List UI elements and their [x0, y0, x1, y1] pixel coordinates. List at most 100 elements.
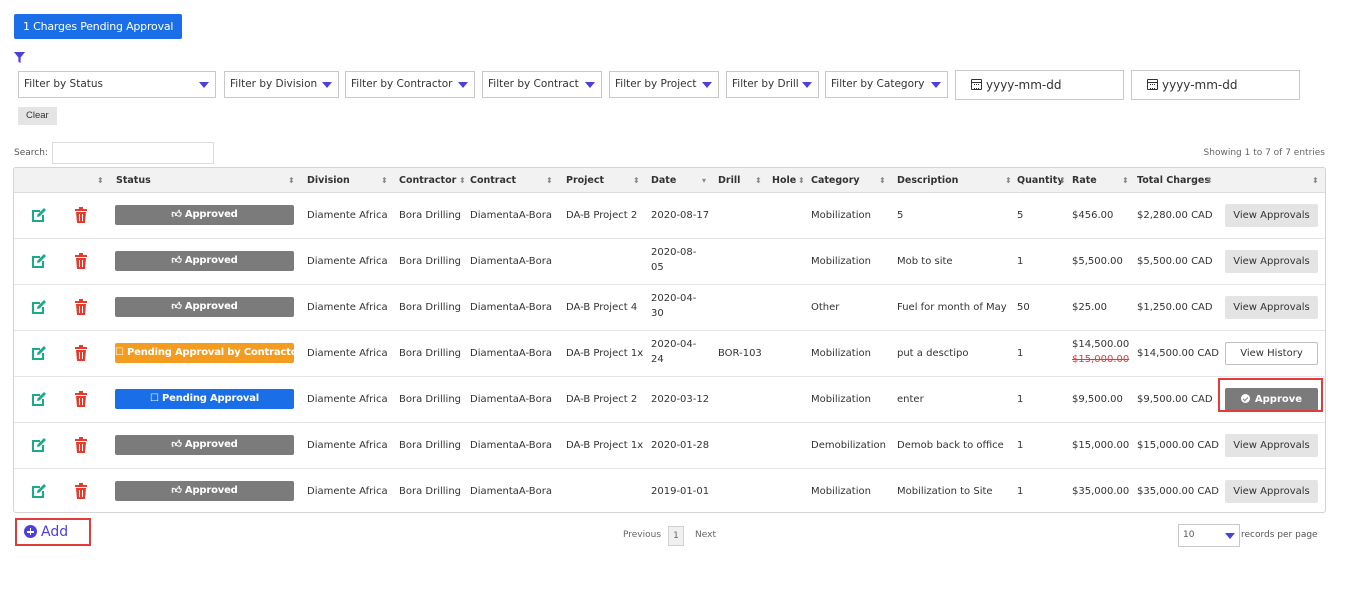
view-approvals-button[interactable]: View Approvals: [1225, 204, 1318, 227]
sort-icon[interactable]: ⬍: [546, 168, 553, 193]
column-header-project[interactable]: Project: [566, 168, 604, 193]
column-header-status[interactable]: Status: [116, 168, 151, 193]
sort-icon[interactable]: ⬍: [97, 168, 104, 193]
view-approvals-button[interactable]: View Approvals: [1225, 250, 1318, 273]
edit-pencil-icon[interactable]: [31, 483, 47, 499]
sort-icon[interactable]: ⬍: [288, 168, 295, 193]
sort-icon[interactable]: ⬍: [1122, 168, 1129, 193]
view-approvals-button[interactable]: View Approvals: [1225, 480, 1318, 503]
trash-icon[interactable]: [75, 391, 87, 407]
status-label: Approved: [184, 439, 238, 450]
division-cell: Diamente Africa: [307, 394, 388, 405]
division-filter-label: Filter by Division: [230, 78, 318, 90]
date-cell-line2: 24: [651, 354, 664, 365]
division-cell: Diamente Africa: [307, 256, 388, 267]
contract-cell: DiamentaA-Bora: [470, 302, 552, 313]
pending-approval-banner[interactable]: 1 Charges Pending Approval: [14, 14, 183, 39]
filter-funnel-icon[interactable]: [14, 52, 25, 63]
edit-pencil-icon[interactable]: [31, 253, 47, 269]
chevron-down-icon: [802, 82, 812, 88]
quantity-cell: 1: [1017, 348, 1024, 359]
search-input[interactable]: [52, 142, 214, 164]
page-size-select[interactable]: 10: [1178, 524, 1240, 547]
description-cell: Demob back to office: [897, 440, 1004, 451]
sort-icon[interactable]: ⬍: [755, 168, 762, 193]
quantity-cell: 5: [1017, 210, 1024, 221]
trash-icon[interactable]: [75, 299, 87, 315]
sort-icon[interactable]: ⬍: [459, 168, 466, 193]
sort-icon[interactable]: ⬍: [798, 168, 805, 193]
calendar-icon: [1147, 79, 1158, 90]
date-to-input[interactable]: yyyy-mm-dd: [1131, 70, 1300, 100]
add-button[interactable]: Add: [15, 518, 91, 546]
column-header-description[interactable]: Description: [897, 168, 958, 193]
date-cell: 2020-08-17: [651, 210, 710, 221]
next-page-button[interactable]: Next: [695, 526, 716, 544]
contract-filter-select[interactable]: Filter by Contract: [482, 71, 602, 98]
view-history-button[interactable]: View History: [1225, 342, 1318, 365]
project-filter-select[interactable]: Filter by Project: [609, 71, 719, 98]
edit-pencil-icon[interactable]: [31, 299, 47, 315]
edit-pencil-icon[interactable]: [31, 207, 47, 223]
sort-icon[interactable]: ⬍: [1005, 168, 1012, 193]
status-badge: 👍︎ Approved: [115, 205, 294, 225]
trash-icon[interactable]: [75, 437, 87, 453]
sort-icon[interactable]: ⬍: [1059, 168, 1066, 193]
thumbs-up-icon: 👍︎: [171, 209, 185, 220]
contractor-filter-select[interactable]: Filter by Contractor: [345, 71, 475, 98]
table-row: ☐ Pending Approval by Contractor Diament…: [14, 331, 1325, 377]
division-filter-select[interactable]: Filter by Division: [224, 71, 339, 98]
trash-icon[interactable]: [75, 253, 87, 269]
column-header-division[interactable]: Division: [307, 168, 350, 193]
division-cell: Diamente Africa: [307, 486, 388, 497]
approve-highlight-outline: [1218, 378, 1323, 412]
status-badge: ☐ Pending Approval by Contractor: [115, 343, 302, 363]
quantity-cell: 50: [1017, 302, 1030, 313]
total-charges-cell: $35,000.00 CAD: [1137, 486, 1219, 497]
column-header-total-charges[interactable]: Total Charges: [1137, 168, 1210, 193]
view-approvals-button[interactable]: View Approvals: [1225, 434, 1318, 457]
trash-icon[interactable]: [75, 483, 87, 499]
sort-icon[interactable]: ⬍: [633, 168, 640, 193]
project-cell: DA-B Project 2: [566, 394, 638, 405]
status-filter-select[interactable]: Filter by Status: [18, 71, 216, 98]
table-row: 👍︎ Approved Diamente Africa Bora Drillin…: [14, 469, 1325, 512]
add-button-label: Add: [41, 524, 69, 540]
sort-icon[interactable]: ⬍: [381, 168, 388, 193]
previous-page-button[interactable]: Previous: [623, 526, 661, 544]
sort-icon[interactable]: ⬍: [879, 168, 886, 193]
page-number-button[interactable]: 1: [668, 526, 684, 546]
trash-icon[interactable]: [75, 207, 87, 223]
column-header-contract[interactable]: Contract: [470, 168, 516, 193]
status-badge: 👍︎ Approved: [115, 297, 294, 317]
edit-pencil-icon[interactable]: [31, 437, 47, 453]
category-filter-select[interactable]: Filter by Category: [825, 71, 948, 98]
edit-pencil-icon[interactable]: [31, 345, 47, 361]
column-header-category[interactable]: Category: [811, 168, 860, 193]
rate-cell: $15,000.00: [1072, 440, 1130, 451]
thumbs-up-icon: 👍︎: [171, 301, 185, 312]
column-header-contractor[interactable]: Contractor: [399, 168, 456, 193]
edit-pencil-icon[interactable]: [31, 391, 47, 407]
drill-cell: BOR-103: [718, 348, 762, 359]
project-filter-label: Filter by Project: [615, 78, 697, 90]
status-label: Pending Approval: [162, 393, 259, 404]
status-label: Pending Approval by Contractor: [127, 347, 303, 358]
view-approvals-button[interactable]: View Approvals: [1225, 296, 1318, 319]
column-header-drill[interactable]: Drill: [718, 168, 740, 193]
date-cell: 2019-01-01: [651, 486, 710, 497]
date-from-placeholder: yyyy-mm-dd: [986, 78, 1062, 92]
trash-icon[interactable]: [75, 345, 87, 361]
column-header-rate[interactable]: Rate: [1072, 168, 1097, 193]
total-charges-cell: $1,250.00 CAD: [1137, 302, 1213, 313]
sort-desc-icon[interactable]: ▾: [702, 168, 706, 193]
total-charges-cell: $9,500.00 CAD: [1137, 394, 1213, 405]
column-header-date[interactable]: Date: [651, 168, 676, 193]
sort-icon[interactable]: ⬍: [1206, 168, 1213, 193]
date-from-input[interactable]: yyyy-mm-dd: [955, 70, 1124, 100]
sort-icon[interactable]: ⬍: [1312, 168, 1319, 193]
column-header-quantity[interactable]: Quantity: [1017, 168, 1064, 193]
clear-filters-button[interactable]: Clear: [18, 107, 57, 125]
drill-filter-select[interactable]: Filter by Drill: [726, 71, 819, 98]
column-header-hole[interactable]: Hole: [772, 168, 796, 193]
